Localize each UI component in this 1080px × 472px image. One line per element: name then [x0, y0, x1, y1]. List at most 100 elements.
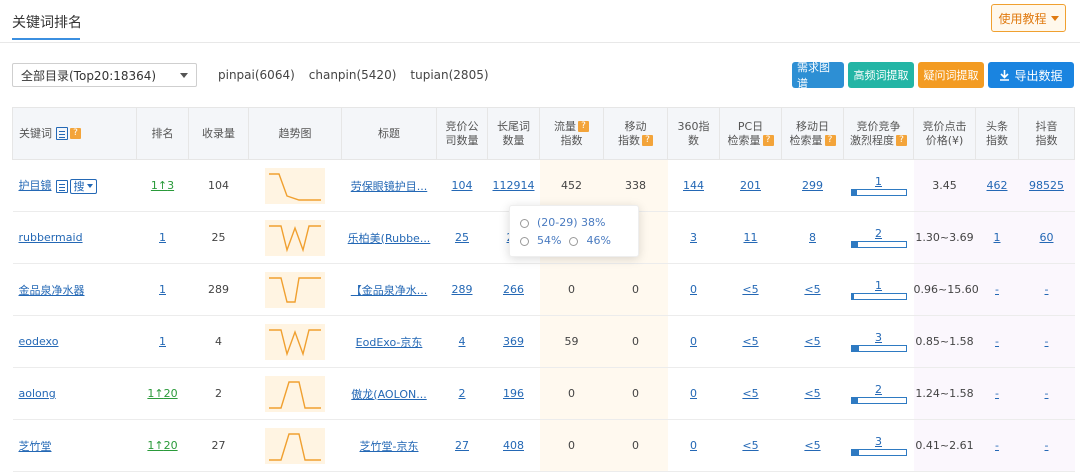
- cell-trend[interactable]: [248, 315, 342, 368]
- keyword-link[interactable]: 金品泉净水器: [19, 284, 85, 297]
- col-douyin[interactable]: 抖音 指数: [1018, 107, 1075, 160]
- catalog-select[interactable]: 全部目录(Top20:18364): [12, 63, 197, 87]
- cell-toutiao[interactable]: -: [995, 335, 999, 348]
- cell-pc[interactable]: <5: [742, 335, 758, 348]
- compete-meter[interactable]: 3: [850, 332, 907, 352]
- compete-meter[interactable]: 1: [850, 280, 907, 300]
- cell-toutiao[interactable]: -: [995, 283, 999, 296]
- help-icon[interactable]: ?: [896, 135, 907, 146]
- col-longtail[interactable]: 长尾词 数量: [487, 107, 540, 160]
- cell-douyin[interactable]: -: [1045, 439, 1049, 452]
- col-toutiao[interactable]: 头条 指数: [975, 107, 1019, 160]
- cell-douyin[interactable]: -: [1045, 283, 1049, 296]
- cell-trend[interactable]: [248, 159, 342, 212]
- rank-value[interactable]: 1↑3: [151, 179, 174, 192]
- tab-keyword-ranking[interactable]: 关键词排名: [12, 12, 82, 32]
- cell-douyin[interactable]: 60: [1040, 231, 1054, 244]
- compete-meter[interactable]: 2: [850, 228, 907, 248]
- cell-title[interactable]: 乐柏美(Rubbe...: [348, 232, 431, 245]
- cell-trend[interactable]: [248, 367, 342, 420]
- rank-value[interactable]: 1: [159, 231, 166, 244]
- trend-sparkline[interactable]: [265, 375, 325, 412]
- keyword-link[interactable]: 芝竹堂: [19, 440, 52, 453]
- cell-mob_daily[interactable]: <5: [804, 387, 820, 400]
- cell-longtail[interactable]: 266: [503, 283, 524, 296]
- cell-pc[interactable]: <5: [742, 283, 758, 296]
- help-tutorial-button[interactable]: 使用教程: [991, 4, 1066, 32]
- cell-bid[interactable]: 104: [452, 179, 473, 192]
- col-cpc[interactable]: 竞价点击 价格(¥): [913, 107, 976, 160]
- rank-value[interactable]: 1: [159, 335, 166, 348]
- rank-value[interactable]: 1: [159, 283, 166, 296]
- cell-longtail[interactable]: 369: [503, 335, 524, 348]
- cell-bid[interactable]: 289: [452, 283, 473, 296]
- filter-tupian[interactable]: tupian(2805): [410, 68, 488, 82]
- keyword-link[interactable]: 护目镜: [19, 179, 52, 192]
- compete-meter[interactable]: 1: [850, 176, 907, 196]
- col-pc-daily[interactable]: PC日 检索量?: [719, 107, 782, 160]
- cell-douyin[interactable]: -: [1045, 387, 1049, 400]
- cell-pc[interactable]: <5: [742, 387, 758, 400]
- cell-toutiao[interactable]: 462: [987, 179, 1008, 192]
- compete-meter[interactable]: 3: [850, 436, 907, 456]
- cell-title[interactable]: 傲龙(AOLON...: [351, 388, 426, 401]
- help-icon[interactable]: ?: [762, 135, 774, 146]
- help-icon[interactable]: ?: [578, 121, 589, 132]
- cell-trend[interactable]: [248, 419, 342, 472]
- cell-pc[interactable]: <5: [742, 439, 758, 452]
- cell-toutiao[interactable]: -: [995, 387, 999, 400]
- cell-title[interactable]: EodExo-京东: [356, 336, 423, 349]
- col-compete[interactable]: 竞价竞争 激烈程度?: [843, 107, 914, 160]
- cell-longtail[interactable]: 408: [503, 439, 524, 452]
- filter-chanpin[interactable]: chanpin(5420): [309, 68, 397, 82]
- cell-longtail[interactable]: 196: [503, 387, 524, 400]
- cell-bid[interactable]: 27: [455, 439, 469, 452]
- cell-bid[interactable]: 25: [455, 231, 469, 244]
- help-icon[interactable]: ?: [642, 135, 653, 146]
- cell-i360[interactable]: 144: [683, 179, 704, 192]
- cell-bid[interactable]: 2: [459, 387, 466, 400]
- cell-pc[interactable]: 11: [744, 231, 758, 244]
- cell-i360[interactable]: 0: [690, 387, 697, 400]
- col-mobile-index[interactable]: 移动 指数?: [603, 107, 668, 160]
- question-word-extract-button[interactable]: 疑问词提取: [918, 62, 984, 88]
- export-data-button[interactable]: 导出数据: [988, 62, 1074, 88]
- col-bid-companies[interactable]: 竞价公 司数量: [436, 107, 488, 160]
- col-indexed[interactable]: 收录量: [188, 107, 249, 160]
- cell-i360[interactable]: 0: [690, 335, 697, 348]
- cell-trend[interactable]: [248, 211, 342, 264]
- search-dropdown[interactable]: 搜: [69, 178, 97, 194]
- cell-mob_daily[interactable]: <5: [804, 283, 820, 296]
- cell-douyin[interactable]: 98525: [1029, 179, 1064, 192]
- cell-title[interactable]: 劳保眼镜护目...: [351, 180, 428, 193]
- rank-value[interactable]: 1↑20: [147, 439, 177, 452]
- help-icon[interactable]: ?: [70, 128, 81, 139]
- trend-sparkline[interactable]: [265, 167, 325, 204]
- col-mobile-daily[interactable]: 移动日 检索量?: [781, 107, 844, 160]
- col-traffic[interactable]: 流量? 指数: [539, 107, 604, 160]
- help-icon[interactable]: ?: [824, 135, 836, 146]
- trend-sparkline[interactable]: [265, 271, 325, 308]
- cell-toutiao[interactable]: 1: [994, 231, 1001, 244]
- cell-i360[interactable]: 3: [690, 231, 697, 244]
- copy-icon[interactable]: [55, 179, 68, 193]
- demand-graph-button[interactable]: 需求图谱: [792, 61, 844, 90]
- keyword-link[interactable]: aolong: [19, 387, 56, 400]
- cell-mob_daily[interactable]: <5: [804, 439, 820, 452]
- col-rank[interactable]: 排名: [136, 107, 189, 160]
- keyword-link[interactable]: eodexo: [19, 335, 59, 348]
- cell-trend[interactable]: [248, 263, 342, 316]
- cell-longtail[interactable]: 112914: [493, 179, 535, 192]
- col-360-index[interactable]: 360指数: [667, 107, 720, 160]
- cell-douyin[interactable]: -: [1045, 335, 1049, 348]
- cell-title[interactable]: 【金品泉净水...: [351, 284, 428, 297]
- filter-pinpai[interactable]: pinpai(6064): [218, 68, 295, 82]
- cell-bid[interactable]: 4: [459, 335, 466, 348]
- cell-title[interactable]: 芝竹堂-京东: [360, 440, 419, 453]
- cell-mob_daily[interactable]: <5: [804, 335, 820, 348]
- rank-value[interactable]: 1↑20: [147, 387, 177, 400]
- cell-mob_daily[interactable]: 299: [802, 179, 823, 192]
- cell-i360[interactable]: 0: [690, 283, 697, 296]
- trend-sparkline[interactable]: [265, 219, 325, 256]
- trend-sparkline[interactable]: [265, 323, 325, 360]
